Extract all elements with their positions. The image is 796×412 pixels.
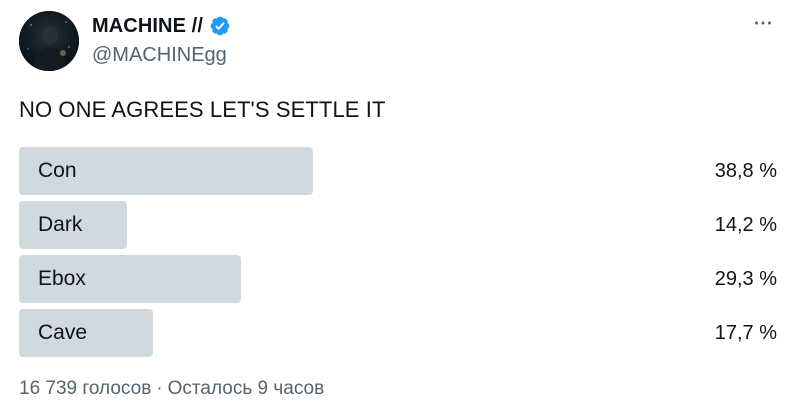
more-options-button[interactable] (748, 8, 778, 38)
author-display-name[interactable]: MACHINE // (92, 15, 203, 38)
poll-option-dark[interactable]: Dark 14,2 % (19, 201, 779, 249)
poll-vote-count: 16 739 голосов (19, 378, 152, 399)
poll-meta: 16 739 голосов · Осталось 9 часов (19, 378, 324, 400)
author-handle[interactable]: @MACHINEgg (92, 44, 227, 67)
poll-option-label: Dark (38, 213, 83, 236)
poll: Con 38,8 % Dark 14,2 % Ebox 29,3 % Cave … (19, 147, 779, 363)
poll-option-label: Ebox (38, 267, 86, 290)
poll-meta-separator: · (156, 378, 163, 399)
poll-option-ebox[interactable]: Ebox 29,3 % (19, 255, 779, 303)
poll-option-label: Cave (38, 321, 88, 344)
poll-option-percent: 14,2 % (714, 214, 777, 236)
avatar-image (19, 11, 79, 71)
more-horizontal-icon (755, 21, 771, 25)
tweet-text: NO ONE AGREES LET'S SETTLE IT (19, 97, 386, 122)
author-name-row: MACHINE // (92, 12, 231, 40)
poll-option-percent: 17,7 % (714, 322, 777, 344)
poll-option-cave[interactable]: Cave 17,7 % (19, 309, 779, 357)
poll-option-percent: 38,8 % (714, 160, 777, 182)
poll-option-percent: 29,3 % (714, 268, 777, 290)
poll-option-con[interactable]: Con 38,8 % (19, 147, 779, 195)
poll-time-left: Осталось 9 часов (167, 378, 325, 399)
avatar[interactable] (19, 11, 79, 71)
poll-option-label: Con (38, 159, 77, 182)
verified-badge-icon[interactable] (209, 15, 231, 37)
